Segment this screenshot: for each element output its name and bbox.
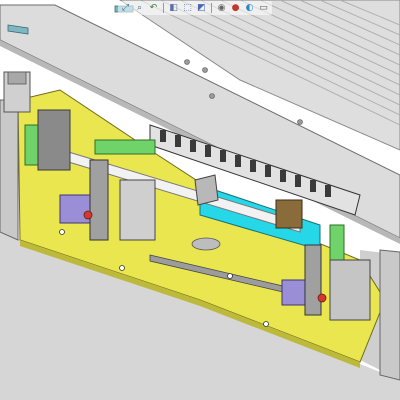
monitor-icon: ▭ bbox=[259, 2, 268, 13]
center-carriage-mount bbox=[119, 179, 156, 241]
right-pillar bbox=[379, 249, 400, 381]
right-motor-block bbox=[329, 259, 371, 321]
toolbar-separator bbox=[211, 3, 212, 13]
zoom-to-fit-button[interactable]: ⤢ bbox=[120, 3, 131, 14]
left-dark-mount bbox=[37, 109, 71, 171]
section-view-icon: ◧ bbox=[169, 2, 178, 13]
left-pillar-cap bbox=[7, 71, 27, 85]
right-red-indicator bbox=[317, 293, 327, 303]
appearance-icon: ● bbox=[231, 2, 240, 13]
red-indicator bbox=[83, 210, 93, 220]
left-green-bracket bbox=[24, 124, 40, 166]
cad-viewport[interactable]: ⤢ ⌕ ↶ ◧ ⬚ ◩ ◉ ● ◐ ▭ bbox=[0, 0, 400, 400]
zoom-area-icon: ⌕ bbox=[136, 2, 143, 13]
section-view-button[interactable]: ◧ bbox=[168, 3, 179, 14]
left-pillar bbox=[0, 99, 19, 241]
previous-view-icon: ↶ bbox=[149, 2, 158, 13]
scene-icon: ◐ bbox=[245, 2, 254, 13]
angle-bracket bbox=[194, 174, 219, 206]
rail-slot bbox=[191, 237, 221, 251]
3d-assembly-model[interactable] bbox=[0, 0, 400, 400]
view-orientation-icon: ⬚ bbox=[183, 2, 192, 13]
apply-scene-button[interactable]: ◐ bbox=[244, 3, 255, 14]
display-style-button[interactable]: ◩ bbox=[196, 3, 207, 14]
hide-show-items-button[interactable]: ◉ bbox=[216, 3, 227, 14]
right-green-bracket bbox=[329, 224, 345, 266]
display-style-icon: ◩ bbox=[197, 2, 206, 13]
view-toolbar: ⤢ ⌕ ↶ ◧ ⬚ ◩ ◉ ● ◐ ▭ bbox=[118, 1, 272, 15]
left-upright bbox=[89, 159, 109, 241]
view-orientation-button[interactable]: ⬚ bbox=[182, 3, 193, 14]
zoom-fit-icon: ⤢ bbox=[121, 2, 130, 13]
green-carriage-bracket bbox=[94, 139, 156, 155]
eye-icon: ◉ bbox=[217, 2, 226, 13]
zoom-to-area-button[interactable]: ⌕ bbox=[134, 3, 145, 14]
view-settings-button[interactable]: ▭ bbox=[258, 3, 269, 14]
toolbar-separator bbox=[163, 3, 164, 13]
previous-view-button[interactable]: ↶ bbox=[148, 3, 159, 14]
brown-sensor bbox=[275, 199, 303, 229]
right-upright bbox=[304, 244, 322, 316]
edit-appearance-button[interactable]: ● bbox=[230, 3, 241, 14]
